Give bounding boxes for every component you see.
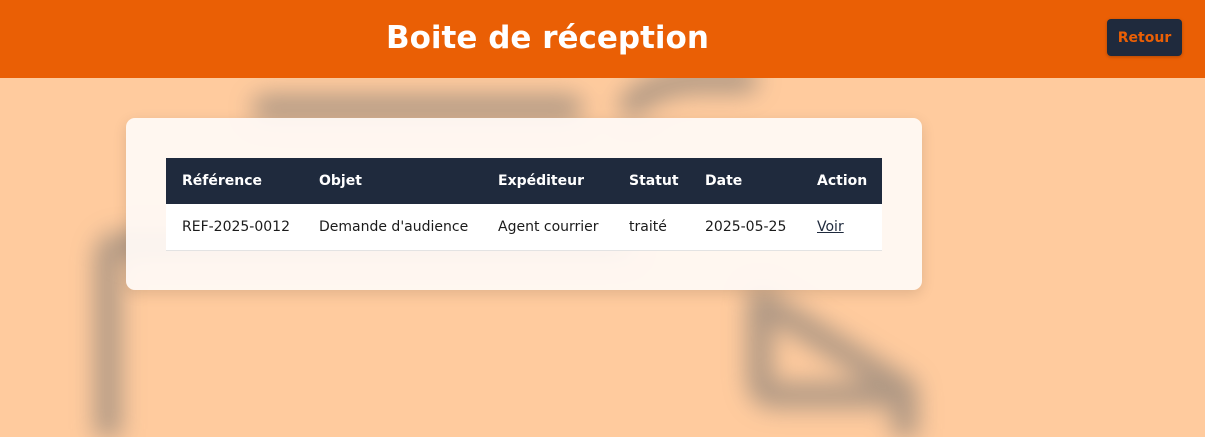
column-header-reference: Référence [182, 173, 263, 189]
table-row: REF-2025-0012 Demande d'audience Agent c… [166, 204, 882, 250]
back-button[interactable]: Retour [1107, 19, 1182, 56]
page-title: Boite de réception [386, 20, 709, 56]
column-header-action: Action [817, 173, 868, 189]
cell-objet: Demande d'audience [319, 218, 469, 235]
table-header-row: Référence Objet Expéditeur Statut Date A… [166, 158, 882, 204]
inbox-table: Référence Objet Expéditeur Statut Date A… [166, 158, 882, 251]
column-header-expediteur: Expéditeur [498, 173, 584, 189]
cell-statut: traité [629, 218, 667, 235]
app-header: Boite de réception Retour [0, 0, 1205, 78]
column-header-statut: Statut [629, 173, 679, 189]
cell-reference: REF-2025-0012 [182, 218, 290, 235]
cell-expediteur: Agent courrier [498, 218, 599, 235]
cell-action: Voir [801, 204, 882, 250]
column-header-date: Date [705, 173, 743, 189]
inbox-card: Référence Objet Expéditeur Statut Date A… [126, 118, 922, 290]
cell-date: 2025-05-25 [705, 218, 787, 235]
column-header-objet: Objet [319, 173, 362, 189]
view-link[interactable]: Voir [817, 219, 844, 235]
